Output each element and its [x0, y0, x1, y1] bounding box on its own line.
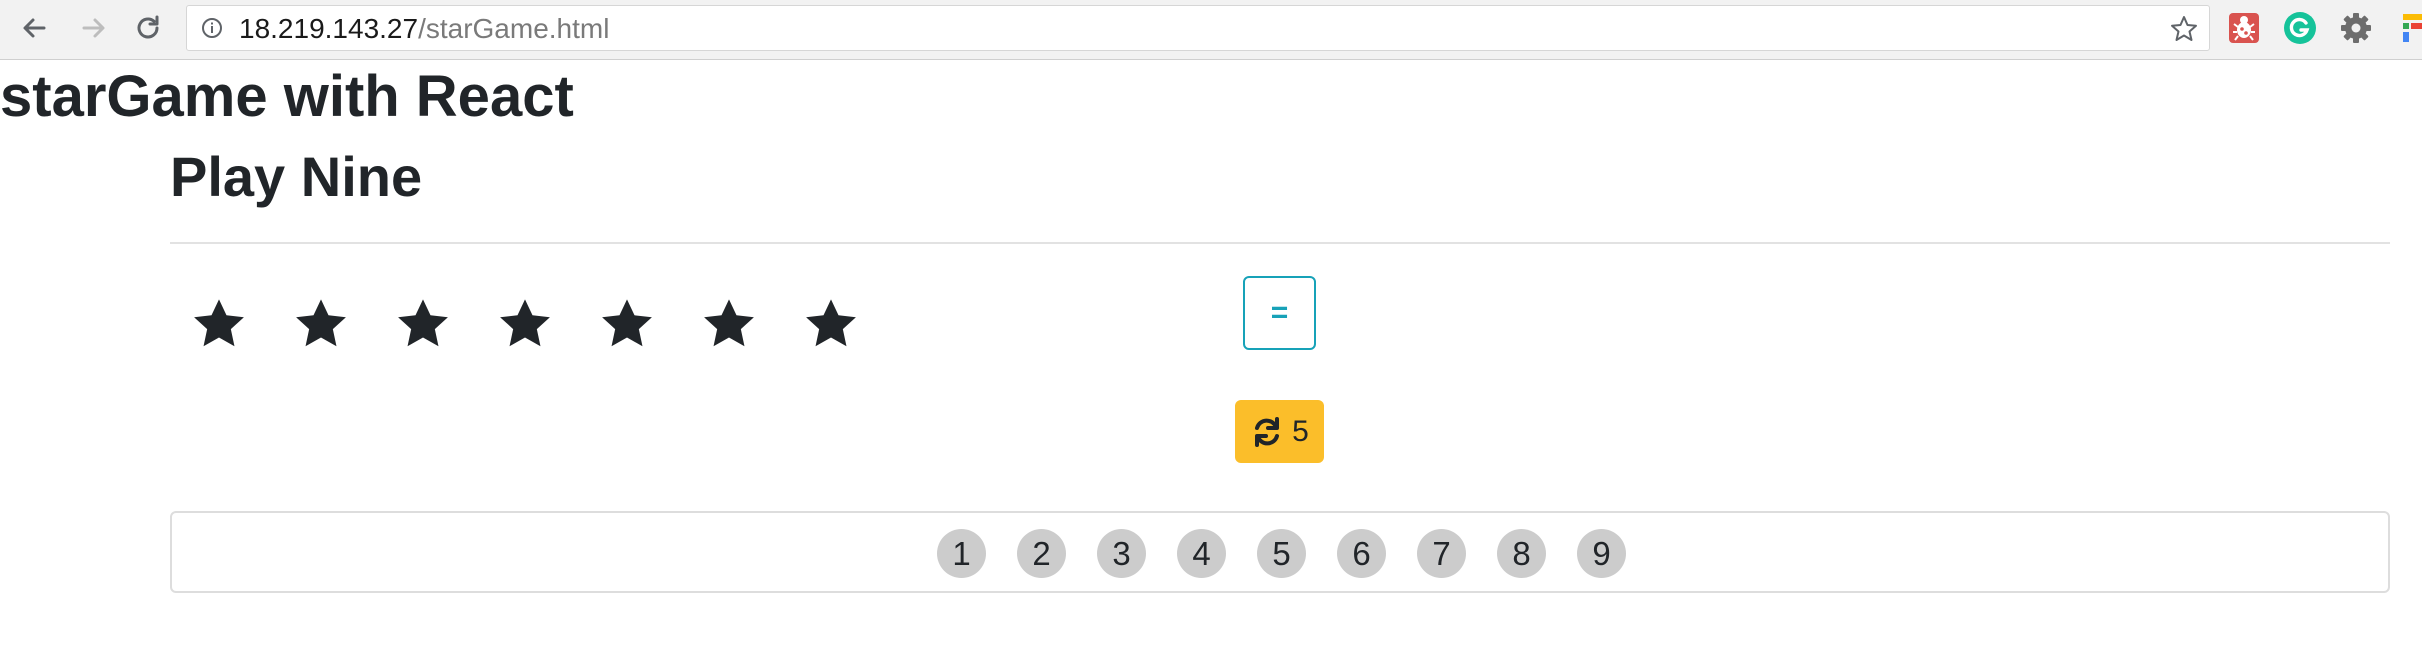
star-icon: [704, 299, 754, 347]
number-4[interactable]: 4: [1177, 529, 1226, 578]
number-1[interactable]: 1: [937, 529, 986, 578]
url-host: 18.219.143.27: [239, 13, 419, 44]
star-icon: [602, 299, 652, 347]
reload-button[interactable]: [128, 8, 168, 48]
colorful-extension-button[interactable]: [2392, 8, 2422, 48]
gear-extension-button[interactable]: [2336, 8, 2376, 48]
url-path: /starGame.html: [418, 13, 610, 44]
address-bar[interactable]: 18.219.143.27/starGame.html: [186, 5, 2210, 51]
number-6[interactable]: 6: [1337, 529, 1386, 578]
star-icon: [806, 299, 856, 347]
forward-button[interactable]: [74, 8, 114, 48]
star-outline-icon[interactable]: [2169, 14, 2199, 44]
number-2[interactable]: 2: [1017, 529, 1066, 578]
info-icon[interactable]: [201, 17, 223, 39]
number-3[interactable]: 3: [1097, 529, 1146, 578]
number-5[interactable]: 5: [1257, 529, 1306, 578]
bug-extension-icon: [2229, 13, 2259, 43]
divider: [170, 242, 2390, 244]
equals-button[interactable]: =: [1243, 276, 1316, 350]
number-9[interactable]: 9: [1577, 529, 1626, 578]
refresh-icon: [1255, 416, 1280, 447]
stars-frame: [190, 295, 890, 355]
back-arrow-icon: [23, 18, 46, 38]
star-icon: [500, 299, 550, 347]
number-8[interactable]: 8: [1497, 529, 1546, 578]
star-icon: [194, 299, 244, 347]
star-icon: [296, 299, 346, 347]
url-text[interactable]: 18.219.143.27/starGame.html: [239, 15, 609, 43]
forward-arrow-icon: [82, 18, 105, 38]
grammarly-button[interactable]: [2280, 8, 2320, 48]
bug-extension-button[interactable]: [2224, 8, 2264, 48]
game-title: Play Nine: [170, 145, 423, 208]
equals-label: =: [1270, 296, 1289, 329]
numbers-panel: 1 2 3 4 5 6 7 8 9: [170, 511, 2390, 593]
browser-toolbar: 18.219.143.27/starGame.html: [0, 0, 2422, 60]
page-title: starGame with React: [0, 64, 574, 129]
grammarly-icon: [2284, 12, 2316, 44]
gear-extension-icon: [2341, 13, 2371, 43]
colorful-extension-icon: [2403, 14, 2422, 42]
redraw-button[interactable]: 5: [1235, 400, 1324, 463]
back-button[interactable]: [14, 8, 54, 48]
number-7[interactable]: 7: [1417, 529, 1466, 578]
redraw-count: 5: [1292, 414, 1309, 448]
star-icon: [398, 299, 448, 347]
reload-icon: [137, 15, 159, 39]
